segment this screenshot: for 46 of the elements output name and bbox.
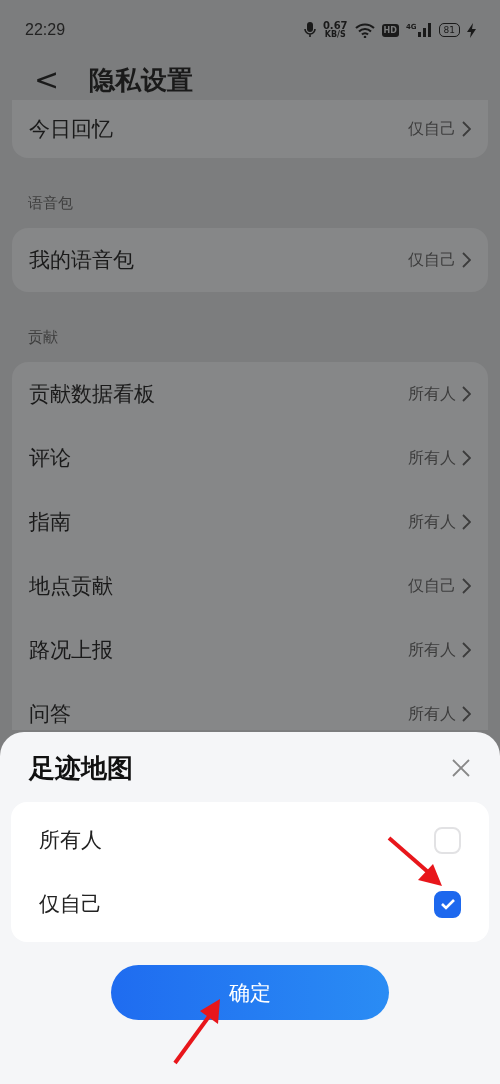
setting-value[interactable]: 所有人 [408, 703, 456, 725]
confirm-button[interactable]: 确定 [111, 965, 389, 1020]
back-button[interactable]: < [34, 65, 60, 95]
microphone-icon [303, 22, 316, 38]
network-speed: 0.67 [322, 21, 348, 31]
signal-icon [417, 23, 432, 37]
section-label: 语音包 [27, 193, 74, 214]
setting-name: 贡献数据看板 [29, 381, 156, 408]
page-title: 隐私设置 [89, 63, 194, 97]
speed-unit: KB/S [324, 31, 346, 39]
wifi-icon [354, 22, 375, 38]
chevron-right-icon [462, 121, 471, 137]
option-label[interactable]: 所有人 [39, 826, 102, 854]
section-label: 贡献 [27, 327, 59, 348]
setting-value[interactable]: 所有人 [408, 447, 456, 469]
chevron-right-icon [462, 450, 471, 466]
chevron-right-icon [462, 514, 471, 530]
setting-name: 地点贡献 [29, 573, 114, 600]
chevron-right-icon [462, 642, 471, 658]
charging-icon [467, 22, 476, 38]
close-icon[interactable] [452, 759, 470, 777]
chevron-right-icon [462, 252, 471, 268]
setting-value[interactable]: 所有人 [408, 383, 456, 405]
chevron-right-icon [462, 386, 471, 402]
setting-value[interactable]: 仅自己 [408, 249, 456, 271]
arrow-drawing [173, 999, 220, 1065]
setting-value[interactable]: 仅自己 [408, 118, 456, 140]
checkbox[interactable] [434, 890, 461, 918]
setting-value[interactable]: 仅自己 [408, 575, 456, 597]
hd-badge: HD [381, 23, 399, 37]
setting-name: 问答 [29, 701, 72, 728]
sheet-title: 足迹地图 [29, 751, 133, 785]
setting-name: 评论 [29, 445, 72, 472]
setting-name: 指南 [29, 509, 72, 536]
setting-value[interactable]: 所有人 [408, 639, 456, 661]
setting-name: 路况上报 [29, 637, 114, 664]
arrow-drawing [387, 836, 442, 886]
option-label[interactable]: 仅自己 [39, 890, 102, 918]
checkmark-icon [439, 898, 456, 910]
battery-level: 81 [438, 23, 460, 37]
status-time: 22:29 [25, 21, 66, 39]
setting-value[interactable]: 所有人 [408, 511, 456, 533]
setting-name: 我的语音包 [29, 247, 135, 274]
setting-name: 今日回忆 [29, 116, 114, 143]
chevron-right-icon [462, 706, 471, 722]
chevron-right-icon [462, 578, 471, 594]
